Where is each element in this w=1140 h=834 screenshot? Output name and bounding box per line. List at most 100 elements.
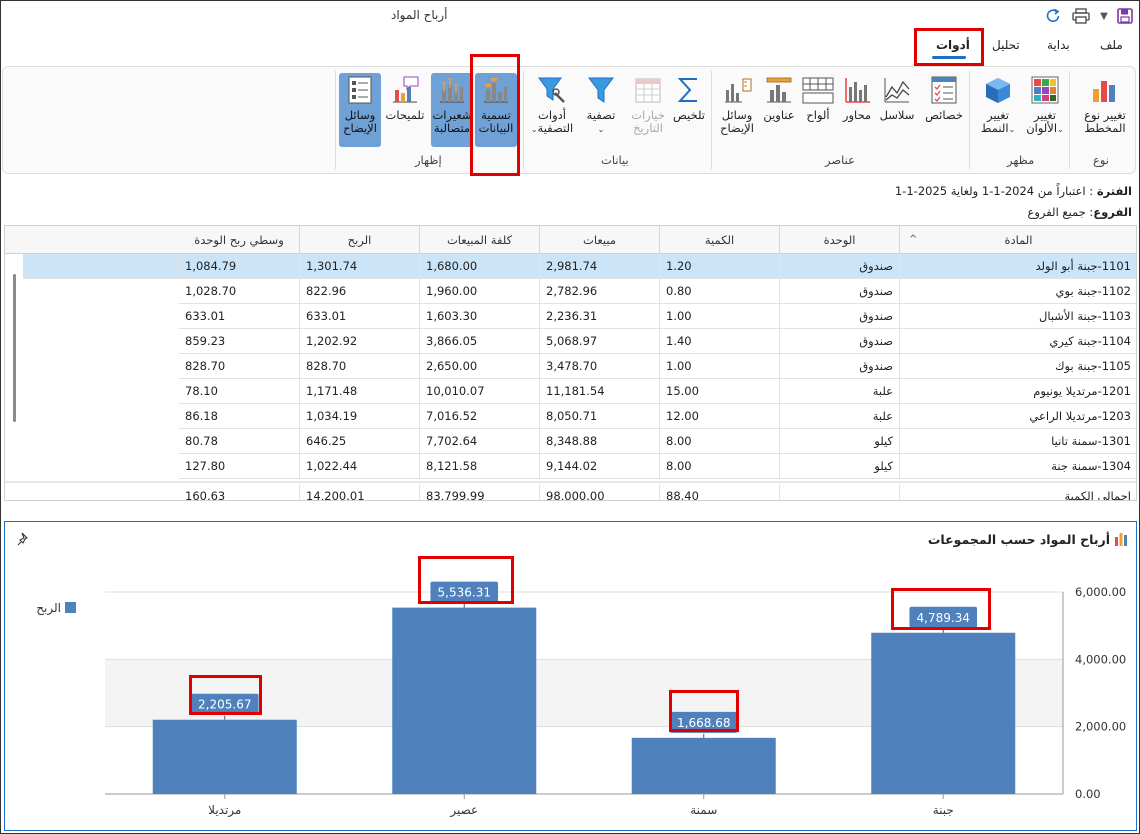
change-type-label-2: المخطط xyxy=(1084,121,1126,135)
panels-label: ألواح xyxy=(806,108,830,122)
cell-unit: كيلو xyxy=(780,454,900,479)
axes-button[interactable]: محاور xyxy=(839,73,875,147)
change-colors-button[interactable]: تغيير الألوان⌄ xyxy=(1023,73,1067,147)
legends-button[interactable]: وسائل الإيضاح xyxy=(715,73,759,147)
branches-info: الفروع: جميع الفروع xyxy=(1027,205,1132,219)
chevron-down-icon[interactable]: ▼ xyxy=(1097,6,1111,26)
group-label-show: إظهار xyxy=(415,153,442,167)
titles-label: عناوين xyxy=(763,108,795,122)
legend-chart-icon xyxy=(721,73,753,107)
cell-item: 1101-جبنة أبو الولد xyxy=(900,254,1136,279)
cell-unit: علبة xyxy=(780,404,900,429)
vertical-scrollbar[interactable] xyxy=(13,274,16,422)
filter-button[interactable]: تصفية ⌄ xyxy=(581,73,621,147)
cell-profit: 1,022.44 xyxy=(300,454,420,479)
show-legends-button[interactable]: وسائل الإيضاح xyxy=(339,73,381,147)
print-icon[interactable] xyxy=(1071,6,1091,26)
properties-label: خصائص xyxy=(925,108,963,122)
filter-tools-button[interactable]: أدوات ⌄التصفية xyxy=(525,73,579,147)
summarize-button[interactable]: تلخيص xyxy=(669,73,709,147)
group-separator xyxy=(1069,71,1070,169)
titles-button[interactable]: عناوين xyxy=(759,73,799,147)
cell-quantity: 1.40 xyxy=(660,329,780,354)
group-label-appearance: مظهر xyxy=(1007,153,1035,167)
cell-profit: 822.96 xyxy=(300,279,420,304)
column-header-cost[interactable]: كلفة المبيعات xyxy=(420,226,540,254)
cell-profit: 633.01 xyxy=(300,304,420,329)
series-button[interactable]: سلاسل xyxy=(877,73,917,147)
cell-cost: 3,866.05 xyxy=(420,329,540,354)
highlight-box-label-cheese xyxy=(891,588,991,630)
window-title: أرباح المواد xyxy=(391,8,448,22)
legends-label-2: الإيضاح xyxy=(720,121,754,135)
properties-list-icon xyxy=(928,73,960,107)
change-type-label-1: تغيير نوع xyxy=(1084,108,1126,122)
chart-panel: أرباح المواد حسب المجموعات 0.00 2,000.00 4… xyxy=(4,521,1137,831)
group-separator xyxy=(969,71,970,169)
cell-unit: صندوق xyxy=(780,304,900,329)
y-tick-label: 2,000.00 xyxy=(1075,720,1126,734)
change-chart-type-button[interactable]: تغيير نوع المخطط xyxy=(1077,73,1133,147)
tab-file[interactable]: ملف xyxy=(1100,38,1123,52)
cell-profit: 828.70 xyxy=(300,354,420,379)
x-tick-label: عصير xyxy=(449,803,478,818)
group-separator xyxy=(523,71,524,169)
tooltip-chart-icon xyxy=(389,73,421,107)
change-style-label-1: تغيير xyxy=(986,108,1010,122)
calendar-icon xyxy=(632,73,664,107)
show-legends-label-2: الإيضاح xyxy=(343,121,377,135)
series-label: سلاسل xyxy=(879,108,915,122)
change-style-button[interactable]: تغيير النمط⌄ xyxy=(975,73,1021,147)
cell-avg-unit-profit: 86.18 xyxy=(179,404,300,429)
x-tick-label: سمنة xyxy=(690,803,717,817)
total-cell-sales: 98,000.00 xyxy=(540,484,660,500)
cell-item: 1104-جبنة كيري xyxy=(900,329,1136,354)
total-cell-item: اجمالي الكمية xyxy=(900,484,1136,500)
column-header-avg-unit-profit[interactable]: وسطي ربح الوحدة xyxy=(179,226,300,254)
show-legends-label-1: وسائل xyxy=(344,108,376,122)
error-bars-label-2: متصالبة xyxy=(433,121,471,135)
y-tick-label: 4,000.00 xyxy=(1075,652,1126,666)
error-bars-button[interactable]: شعيرات متصالبة xyxy=(431,73,473,147)
column-header-sales[interactable]: مبيعات xyxy=(540,226,660,254)
date-options-label-1: خيارات xyxy=(631,108,665,122)
cell-cost: 8,121.58 xyxy=(420,454,540,479)
properties-button[interactable]: خصائص xyxy=(921,73,967,147)
cell-quantity: 8.00 xyxy=(660,429,780,454)
cell-quantity: 1.00 xyxy=(660,354,780,379)
panels-button[interactable]: ألواح xyxy=(799,73,837,147)
date-options-button[interactable]: خيارات التاريخ xyxy=(627,73,669,147)
cell-avg-unit-profit: 828.70 xyxy=(179,354,300,379)
save-icon[interactable] xyxy=(1115,6,1135,26)
sort-ascending-icon[interactable]: ^ xyxy=(909,234,917,245)
total-cell-quantity: 88.40 xyxy=(660,484,780,500)
profit-table: المادة ^ الوحدة الكمية مبيعات كلفة المبي… xyxy=(4,225,1137,501)
panels-grid-icon xyxy=(802,73,834,107)
axes-chart-icon xyxy=(841,73,873,107)
bar-chart-icon xyxy=(1089,73,1121,107)
cell-item: 1103-جبنة الأشبال xyxy=(900,304,1136,329)
tooltips-button[interactable]: تلميحات xyxy=(383,73,427,147)
branches-value: جميع الفروع xyxy=(1027,205,1086,219)
cell-avg-unit-profit: 127.80 xyxy=(179,454,300,479)
highlight-box-data-labels xyxy=(470,54,520,176)
refresh-icon[interactable] xyxy=(1043,6,1063,26)
color-palette-icon xyxy=(1029,73,1061,107)
column-header-item[interactable]: المادة xyxy=(900,226,1136,254)
column-header-quantity[interactable]: الكمية xyxy=(660,226,780,254)
error-bars-chart-icon xyxy=(436,73,468,107)
cell-sales: 2,236.31 xyxy=(540,304,660,329)
column-header-unit[interactable]: الوحدة xyxy=(780,226,900,254)
change-style-label-2: النمط xyxy=(980,121,1009,135)
cell-item: 1304-سمنة جنة xyxy=(900,454,1136,479)
cell-sales: 11,181.54 xyxy=(540,379,660,404)
column-header-profit[interactable]: الربح xyxy=(300,226,420,254)
tab-analysis[interactable]: تحليل xyxy=(992,38,1020,52)
cell-avg-unit-profit: 1,028.70 xyxy=(179,279,300,304)
period-label: الفترة xyxy=(1096,184,1132,198)
change-colors-label-2: الألوان xyxy=(1026,121,1058,135)
tab-home[interactable]: بداية xyxy=(1047,38,1070,52)
filter-tools-label-1: أدوات xyxy=(538,108,566,122)
cell-quantity: 1.20 xyxy=(660,254,780,279)
cell-unit: صندوق xyxy=(780,279,900,304)
